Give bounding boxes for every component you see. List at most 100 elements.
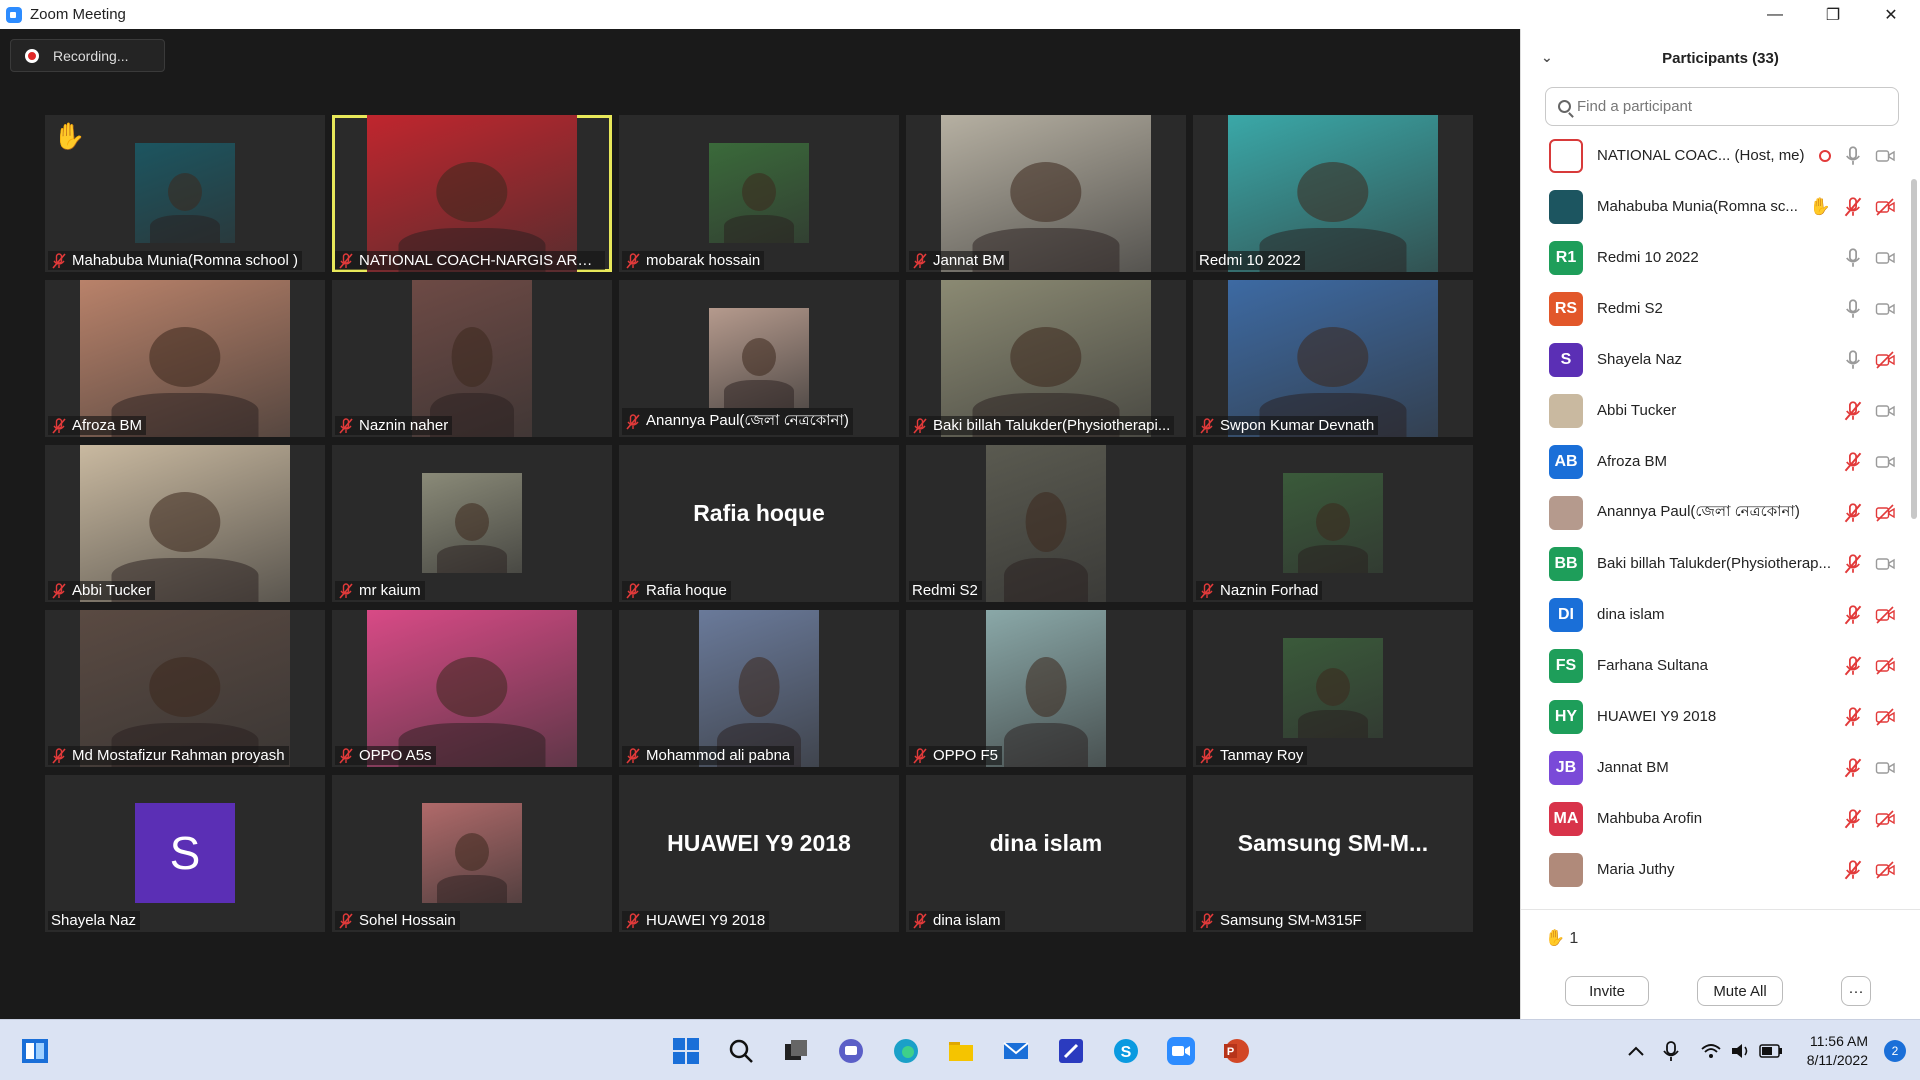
task-view-icon[interactable]: [777, 1032, 815, 1070]
zoom-taskbar-icon[interactable]: [1162, 1032, 1200, 1070]
video-off-icon[interactable]: [1875, 350, 1895, 370]
video-tile[interactable]: Redmi S2: [906, 445, 1186, 602]
video-tile[interactable]: Naznin naher: [332, 280, 612, 437]
participant-row[interactable]: Anannya Paul(জেলা নেত্রকোনা): [1521, 487, 1920, 538]
participant-row[interactable]: R1 Redmi 10 2022: [1521, 232, 1920, 283]
video-off-icon[interactable]: [1875, 707, 1895, 727]
video-tile[interactable]: Tanmay Roy: [1193, 610, 1473, 767]
video-tile[interactable]: Sohel Hossain: [332, 775, 612, 932]
video-off-icon[interactable]: [1875, 809, 1895, 829]
video-tile[interactable]: Redmi 10 2022: [1193, 115, 1473, 272]
pen-app-icon[interactable]: [1052, 1032, 1090, 1070]
powerpoint-icon[interactable]: P: [1217, 1032, 1255, 1070]
video-tile[interactable]: OPPO A5s: [332, 610, 612, 767]
video-tile[interactable]: mobarak hossain: [619, 115, 899, 272]
video-feed: [80, 610, 290, 767]
video-icon[interactable]: [1875, 248, 1895, 268]
participant-row[interactable]: HY HUAWEI Y9 2018: [1521, 691, 1920, 742]
video-icon[interactable]: [1875, 146, 1895, 166]
participant-search-input[interactable]: Find a participant: [1545, 87, 1899, 126]
video-icon[interactable]: [1875, 554, 1895, 574]
muted-mic-icon[interactable]: [1843, 809, 1863, 829]
participant-row[interactable]: Abbi Tucker: [1521, 385, 1920, 436]
teams-chat-icon[interactable]: [832, 1032, 870, 1070]
video-icon[interactable]: [1875, 401, 1895, 421]
video-tile[interactable]: Rafia hoque Rafia hoque: [619, 445, 899, 602]
muted-mic-icon[interactable]: [1843, 860, 1863, 880]
participant-row[interactable]: DI dina islam: [1521, 589, 1920, 640]
muted-mic-icon[interactable]: [1843, 197, 1863, 217]
participant-row[interactable]: FS Farhana Sultana: [1521, 640, 1920, 691]
video-off-icon[interactable]: [1875, 656, 1895, 676]
skype-icon[interactable]: S: [1107, 1032, 1145, 1070]
close-button[interactable]: ✕: [1862, 0, 1920, 29]
edge-icon[interactable]: [887, 1032, 925, 1070]
muted-mic-icon[interactable]: [1843, 503, 1863, 523]
participant-row[interactable]: NATIONAL COAC... (Host, me): [1521, 130, 1920, 181]
video-tile[interactable]: ✋ Mahabuba Munia(Romna school ): [45, 115, 325, 272]
search-taskbar-icon[interactable]: [722, 1032, 760, 1070]
tile-display-name: Samsung SM-M...: [1237, 830, 1429, 856]
participant-row[interactable]: RS Redmi S2: [1521, 283, 1920, 334]
video-off-icon[interactable]: [1875, 503, 1895, 523]
mail-icon[interactable]: [997, 1032, 1035, 1070]
mic-icon[interactable]: [1843, 350, 1863, 370]
video-icon[interactable]: [1875, 299, 1895, 319]
video-tile[interactable]: Md Mostafizur Rahman proyash: [45, 610, 325, 767]
video-tile[interactable]: S Shayela Naz: [45, 775, 325, 932]
participant-list-scrollbar[interactable]: [1911, 179, 1917, 519]
video-tile[interactable]: mr kaium: [332, 445, 612, 602]
video-tile[interactable]: Samsung SM-M... Samsung SM-M315F: [1193, 775, 1473, 932]
minimize-button[interactable]: —: [1746, 0, 1804, 29]
restore-button[interactable]: ❐: [1804, 0, 1862, 29]
video-icon[interactable]: [1875, 452, 1895, 472]
video-tile[interactable]: Naznin Forhad: [1193, 445, 1473, 602]
muted-mic-icon[interactable]: [1843, 656, 1863, 676]
video-tile[interactable]: Abbi Tucker: [45, 445, 325, 602]
participant-row[interactable]: MA Mahbuba Arofin: [1521, 793, 1920, 844]
system-clock[interactable]: 11:56 AM 8/11/2022: [1807, 1032, 1868, 1070]
video-tile[interactable]: Anannya Paul(জেলা নেত্রকোনা): [619, 280, 899, 437]
participant-row[interactable]: Maria Juthy: [1521, 844, 1920, 895]
start-icon[interactable]: [667, 1032, 705, 1070]
widgets-icon[interactable]: [16, 1032, 54, 1070]
video-off-icon[interactable]: [1875, 860, 1895, 880]
video-tile[interactable]: Jannat BM: [906, 115, 1186, 272]
microphone-tray-icon[interactable]: [1652, 1032, 1690, 1070]
video-tile[interactable]: Baki billah Talukder(Physiotherapi...: [906, 280, 1186, 437]
mic-icon[interactable]: [1843, 248, 1863, 268]
video-feed: [941, 115, 1151, 272]
video-off-icon[interactable]: [1875, 197, 1895, 217]
video-tile[interactable]: Afroza BM: [45, 280, 325, 437]
notification-badge[interactable]: 2: [1884, 1040, 1906, 1062]
video-tile[interactable]: Swpon Kumar Devnath: [1193, 280, 1473, 437]
mute-all-button[interactable]: Mute All: [1697, 976, 1783, 1006]
muted-mic-icon[interactable]: [1843, 707, 1863, 727]
chevron-up-icon[interactable]: [1617, 1032, 1655, 1070]
participant-row[interactable]: S Shayela Naz: [1521, 334, 1920, 385]
muted-mic-icon[interactable]: [1843, 401, 1863, 421]
video-tile[interactable]: NATIONAL COACH-NARGIS ARA AN...: [332, 115, 612, 272]
battery-icon[interactable]: [1752, 1032, 1790, 1070]
muted-mic-icon[interactable]: [1843, 554, 1863, 574]
recording-indicator[interactable]: Recording...: [10, 39, 165, 72]
invite-button[interactable]: Invite: [1565, 976, 1649, 1006]
chevron-down-icon[interactable]: ⌄: [1541, 49, 1553, 66]
video-tile[interactable]: HUAWEI Y9 2018 HUAWEI Y9 2018: [619, 775, 899, 932]
more-options-button[interactable]: ···: [1841, 976, 1871, 1006]
participant-row[interactable]: Mahabuba Munia(Romna sc... ✋: [1521, 181, 1920, 232]
participant-row[interactable]: BB Baki billah Talukder(Physiotherap...: [1521, 538, 1920, 589]
video-tile[interactable]: Mohammod ali pabna: [619, 610, 899, 767]
video-icon[interactable]: [1875, 758, 1895, 778]
video-tile[interactable]: dina islam dina islam: [906, 775, 1186, 932]
video-off-icon[interactable]: [1875, 605, 1895, 625]
muted-mic-icon[interactable]: [1843, 758, 1863, 778]
participant-row[interactable]: JB Jannat BM: [1521, 742, 1920, 793]
mic-icon[interactable]: [1843, 299, 1863, 319]
video-tile[interactable]: OPPO F5: [906, 610, 1186, 767]
participant-row[interactable]: AB Afroza BM: [1521, 436, 1920, 487]
file-explorer-icon[interactable]: [942, 1032, 980, 1070]
muted-mic-icon[interactable]: [1843, 605, 1863, 625]
mic-icon[interactable]: [1843, 146, 1863, 166]
muted-mic-icon[interactable]: [1843, 452, 1863, 472]
